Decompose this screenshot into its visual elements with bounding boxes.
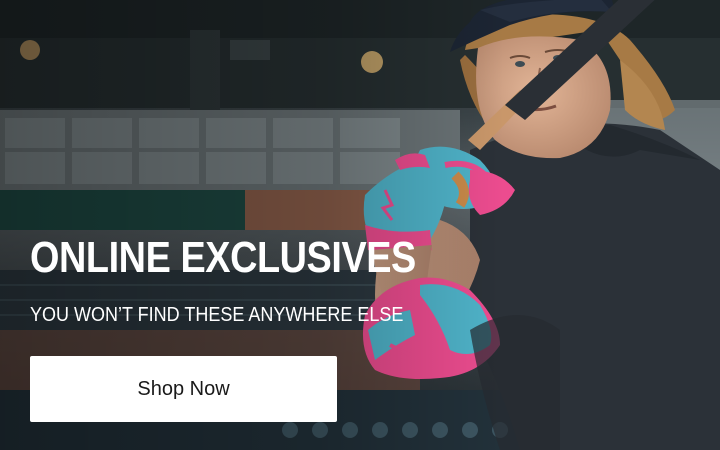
shop-now-button[interactable]: Shop Now: [30, 356, 337, 422]
banner-headline: ONLINE EXCLUSIVES: [30, 233, 416, 282]
hero-banner: ONLINE EXCLUSIVES YOU WON’T FIND THESE A…: [0, 0, 720, 450]
banner-subheadline: YOU WON’T FIND THESE ANYWHERE ELSE: [30, 304, 404, 326]
